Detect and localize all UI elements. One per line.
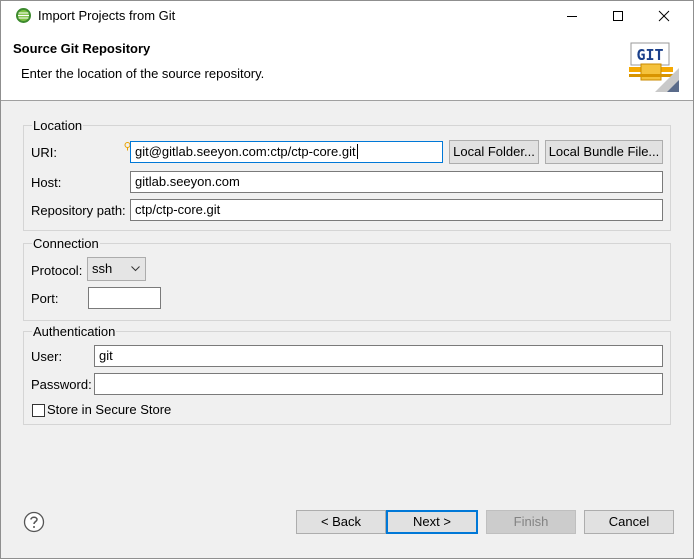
local-folder-button[interactable]: Local Folder... — [449, 140, 539, 164]
git-logo-icon: GIT — [629, 42, 679, 92]
maximize-icon — [613, 11, 623, 21]
protocol-label: Protocol: — [31, 263, 83, 278]
text-cursor — [356, 144, 358, 159]
eclipse-icon — [16, 8, 31, 23]
title-bar: Import Projects from Git — [1, 1, 693, 31]
close-icon — [658, 10, 670, 22]
repository-path-input[interactable]: ctp/ctp-core.git — [130, 199, 663, 221]
store-secure-checkbox[interactable] — [32, 404, 45, 417]
host-label: Host: — [31, 175, 62, 190]
close-button[interactable] — [641, 1, 687, 31]
location-group-title: Location — [32, 118, 84, 133]
minimize-icon — [567, 16, 577, 17]
uri-label: URI: — [31, 145, 57, 160]
protocol-select[interactable]: ssh — [87, 257, 146, 281]
back-button[interactable]: < Back — [296, 510, 386, 534]
local-bundle-file-button[interactable]: Local Bundle File... — [545, 140, 663, 164]
repository-path-label: Repository path: — [31, 203, 126, 218]
uri-value: git@gitlab.seeyon.com:ctp/ctp-core.git — [135, 144, 356, 159]
connection-group-title: Connection — [32, 236, 100, 251]
connection-group: Connection — [23, 236, 671, 321]
cancel-button[interactable]: Cancel — [584, 510, 674, 534]
wizard-header: Source Git Repository Enter the location… — [1, 31, 693, 101]
page-title: Source Git Repository — [13, 41, 151, 56]
finish-button[interactable]: Finish — [486, 510, 576, 534]
git-logo-text: GIT — [636, 46, 663, 64]
protocol-value: ssh — [92, 261, 113, 276]
page-description: Enter the location of the source reposit… — [21, 66, 265, 81]
password-label: Password: — [31, 377, 92, 392]
help-icon[interactable] — [23, 511, 45, 533]
minimize-button[interactable] — [549, 1, 595, 31]
import-git-dialog: Import Projects from Git Source Git Repo… — [0, 0, 694, 559]
chevron-down-icon — [131, 266, 140, 272]
uri-input[interactable]: git@gitlab.seeyon.com:ctp/ctp-core.git — [130, 141, 443, 163]
port-input[interactable] — [88, 287, 161, 309]
host-input[interactable]: gitlab.seeyon.com — [130, 171, 663, 193]
user-label: User: — [31, 349, 63, 364]
maximize-button[interactable] — [595, 1, 641, 31]
authentication-group-title: Authentication — [32, 324, 117, 339]
window-title: Import Projects from Git — [38, 8, 176, 23]
store-secure-label: Store in Secure Store — [47, 402, 172, 417]
port-label: Port: — [31, 291, 59, 306]
next-button[interactable]: Next > — [386, 510, 478, 534]
password-input[interactable] — [94, 373, 663, 395]
user-input[interactable]: git — [94, 345, 663, 367]
